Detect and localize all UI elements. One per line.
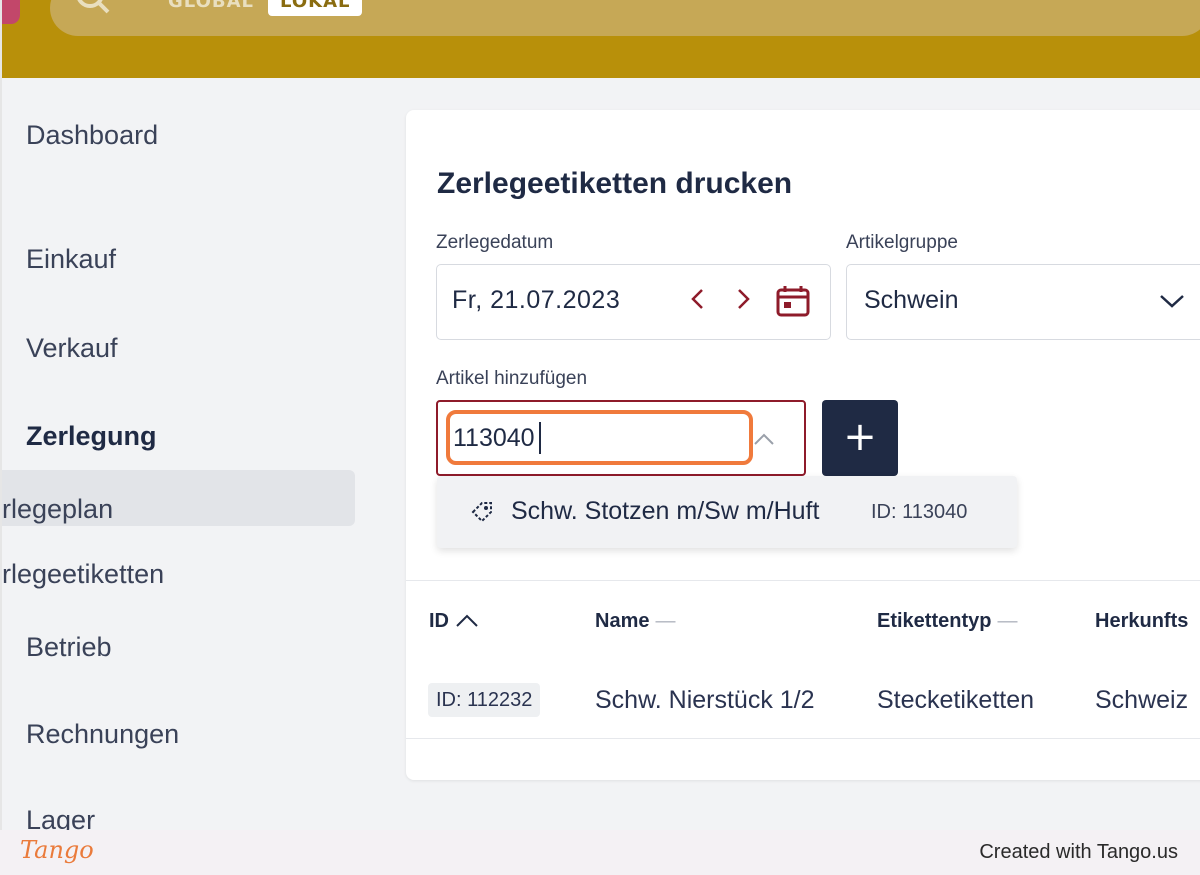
sidebar-item-dashboard[interactable]: Dashboard: [26, 120, 158, 151]
suggestion-name[interactable]: Schw. Stotzen m/Sw m/Huft: [511, 497, 819, 526]
date-label: Zerlegedatum: [436, 232, 554, 253]
sidebar-item-einkauf[interactable]: Einkauf: [26, 244, 116, 275]
chevron-left-icon[interactable]: [688, 286, 708, 319]
column-header-id[interactable]: ID: [429, 610, 479, 633]
tango-logo: Tango: [20, 836, 94, 864]
group-value[interactable]: Schwein: [864, 286, 959, 315]
global-search-bar[interactable]: GLOBAL LOKAL: [50, 0, 1200, 36]
row-type: Stecketiketten: [877, 686, 1035, 714]
table-row-divider: [406, 738, 1200, 739]
sidebar-subitem-zerlegeplan[interactable]: rlegeplan: [2, 494, 113, 525]
search-icon[interactable]: [72, 0, 112, 20]
row-name: Schw. Nierstück 1/2: [595, 686, 815, 714]
row-id-badge: ID: 112232: [428, 683, 541, 717]
article-label: Artikel hinzufügen: [436, 368, 588, 389]
sidebar: [0, 78, 380, 830]
chevron-right-icon[interactable]: [733, 286, 753, 319]
column-header-name[interactable]: Name —: [595, 610, 675, 633]
sidebar-item-zerlegung[interactable]: Zerlegung: [26, 421, 157, 452]
brand-dot: [2, 0, 20, 24]
sidebar-subitem-zerlegeetiketten[interactable]: rlegeetiketten: [2, 559, 164, 590]
scope-lokal-toggle[interactable]: LOKAL: [268, 0, 363, 16]
row-origin: Schweiz: [1095, 686, 1189, 714]
sidebar-item-betrieb[interactable]: Betrieb: [26, 632, 112, 663]
sort-asc-icon[interactable]: [455, 610, 479, 632]
chevron-up-icon[interactable]: [752, 430, 776, 448]
sidebar-item-rechnungen[interactable]: Rechnungen: [26, 719, 179, 750]
table-top-divider: [406, 580, 1200, 581]
top-bar: GLOBAL LOKAL: [0, 0, 1200, 78]
group-label: Artikelgruppe: [846, 232, 958, 253]
footer-credit: Created with Tango.us: [979, 841, 1178, 863]
tag-icon: [469, 499, 495, 525]
sidebar-item-verkauf[interactable]: Verkauf: [26, 333, 118, 364]
calendar-icon[interactable]: [776, 285, 810, 317]
tutorial-highlight: [446, 410, 753, 465]
date-value[interactable]: Fr, 21.07.2023: [452, 286, 620, 315]
scope-global-toggle[interactable]: GLOBAL: [168, 0, 254, 16]
chevron-down-icon[interactable]: [1158, 290, 1186, 312]
column-header-herkunft[interactable]: Herkunfts: [1095, 610, 1188, 633]
page-title: Zerlegeetiketten drucken: [437, 167, 793, 200]
column-header-etikettentyp[interactable]: Etikettentyp —: [877, 610, 1017, 633]
suggestion-id: ID: 113040: [871, 501, 968, 523]
add-article-button[interactable]: +: [822, 400, 898, 476]
plus-icon: +: [843, 414, 877, 460]
